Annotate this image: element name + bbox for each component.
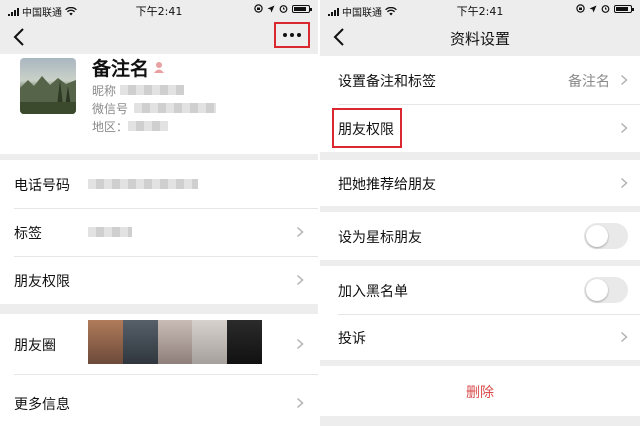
wechat-id-label: 微信号 xyxy=(92,102,129,116)
star-friend-label: 设为星标朋友 xyxy=(338,230,422,246)
chevron-right-icon xyxy=(620,122,628,134)
contact-profile-screen: 中国联通 下午2:41 备注名 昵称 微信号 地区： 电话号码 标签 朋友权限 … xyxy=(0,0,318,426)
moments-row[interactable]: 朋友圈 xyxy=(0,314,318,374)
nav-bar xyxy=(0,20,318,54)
profile-settings-screen: 中国联通 下午2:41 资料设置 设置备注和标签 备注名 朋友权限 把她推荐给朋… xyxy=(320,0,640,426)
wechat-id-value-blurred xyxy=(134,103,216,113)
back-arrow-icon[interactable] xyxy=(10,26,30,48)
recommend-label: 把她推荐给朋友 xyxy=(338,177,436,193)
alarm-icon xyxy=(601,5,610,13)
moments-label: 朋友圈 xyxy=(14,338,56,354)
blacklist-label: 加入黑名单 xyxy=(338,284,408,300)
friend-permissions-label: 朋友权限 xyxy=(14,274,70,290)
profile-card: 备注名 昵称 微信号 地区： xyxy=(0,54,318,154)
nav-bar: 资料设置 xyxy=(320,20,640,54)
moments-preview-blurred xyxy=(88,320,262,364)
alarm-icon xyxy=(279,5,288,13)
chevron-right-icon xyxy=(620,74,628,86)
female-gender-icon xyxy=(154,62,164,73)
set-remark-value: 备注名 xyxy=(568,74,610,90)
delete-button[interactable]: 删除 xyxy=(320,382,640,402)
page-title: 资料设置 xyxy=(449,30,510,48)
complain-label: 投诉 xyxy=(338,331,366,347)
lock-rotation-icon xyxy=(254,4,263,13)
region-value-blurred xyxy=(128,121,168,131)
set-remark-row[interactable]: 设置备注和标签 备注名 xyxy=(320,56,640,104)
phone-label: 电话号码 xyxy=(14,178,70,194)
chevron-right-icon xyxy=(296,226,304,238)
avatar[interactable] xyxy=(20,58,76,114)
friend-permissions-row[interactable]: 朋友权限 xyxy=(320,104,640,152)
region-label: 地区： xyxy=(92,120,129,134)
blacklist-row: 加入黑名单 xyxy=(320,266,640,314)
more-info-row[interactable]: 更多信息 xyxy=(0,374,318,426)
complain-row[interactable]: 投诉 xyxy=(320,314,640,360)
chevron-right-icon xyxy=(296,338,304,350)
star-friend-row: 设为星标朋友 xyxy=(320,212,640,260)
nickname-label: 昵称 xyxy=(92,84,117,98)
friend-permissions-label: 朋友权限 xyxy=(338,122,394,138)
tags-row[interactable]: 标签 xyxy=(0,208,318,256)
tags-label: 标签 xyxy=(14,226,42,242)
chevron-right-icon xyxy=(620,177,628,189)
chevron-right-icon xyxy=(296,397,304,409)
contact-name: 备注名 xyxy=(92,58,150,80)
set-remark-label: 设置备注和标签 xyxy=(338,74,436,90)
delete-row[interactable]: 删除 xyxy=(320,366,640,416)
lock-rotation-icon xyxy=(576,4,585,13)
battery-icon xyxy=(614,4,634,13)
phone-value-blurred xyxy=(88,179,198,189)
friend-permissions-row[interactable]: 朋友权限 xyxy=(0,256,318,304)
star-friend-toggle[interactable] xyxy=(584,223,628,249)
chevron-right-icon xyxy=(296,274,304,286)
location-icon xyxy=(267,5,275,12)
location-icon xyxy=(589,5,597,12)
more-info-label: 更多信息 xyxy=(14,397,70,413)
battery-icon xyxy=(292,4,312,13)
status-bar: 中国联通 下午2:41 xyxy=(0,0,318,20)
chevron-right-icon xyxy=(620,331,628,343)
landscape-image xyxy=(20,76,76,114)
tags-value-blurred xyxy=(88,227,132,237)
more-options-button[interactable] xyxy=(274,22,310,48)
status-bar: 中国联通 下午2:41 xyxy=(320,0,640,20)
nickname-value-blurred xyxy=(120,85,184,95)
recommend-row[interactable]: 把她推荐给朋友 xyxy=(320,160,640,206)
blacklist-toggle[interactable] xyxy=(584,277,628,303)
phone-row[interactable]: 电话号码 xyxy=(0,160,318,208)
